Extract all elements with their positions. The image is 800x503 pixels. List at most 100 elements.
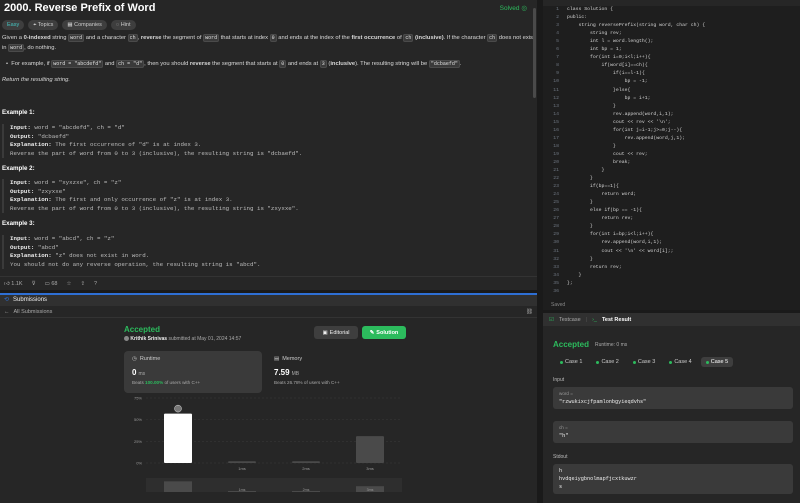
code-line[interactable]: 1 class Solution { [543, 6, 800, 14]
code-line[interactable]: 20 break; [543, 159, 800, 167]
code-line[interactable]: 32 } [543, 256, 800, 264]
example-1-explanation-2: Reverse the part of word from 0 to 3 (in… [10, 149, 303, 157]
example-3-explanation: Explanation: "z" does not exist in word. [10, 252, 150, 259]
case-tab[interactable]: Case 4 [664, 357, 696, 367]
code-line[interactable]: 4 string rev; [543, 30, 800, 38]
memory-stat[interactable]: ▤ Memory 7.59 MB Beats 26.78% of users wit… [266, 351, 404, 393]
code-text: class Solution { [567, 7, 614, 12]
code-line[interactable]: 6 int bp = 1; [543, 46, 800, 54]
code-text: } [567, 176, 593, 182]
memory-beats: 26.78% [287, 380, 303, 385]
testcase-tabbar: ☑ Testcase | ›_ Test Result [543, 313, 800, 326]
code-line[interactable]: 31 cout << '\n' << word[i];; [543, 248, 800, 256]
submissions-tab[interactable]: Submissions [13, 297, 47, 303]
line-number: 34 [553, 272, 559, 278]
tab-test-result[interactable]: Test Result [602, 317, 631, 323]
comments-button[interactable]: ▭ 68 [45, 281, 58, 287]
test-result-status: Accepted [553, 340, 590, 349]
code-line[interactable]: 16 for(int j=i-1;j>=0;j--){ [543, 127, 800, 135]
help-button[interactable]: ? [94, 281, 97, 287]
code-line[interactable]: 18 } [543, 143, 800, 151]
code-text: rev.append(word,j,1); [567, 135, 686, 141]
code-line[interactable]: 22 } [543, 175, 800, 183]
code-line[interactable]: 36 [543, 288, 800, 296]
code-line[interactable]: 35}; [543, 280, 800, 288]
example-3-block: Input: word = "abcd", ch = "z" Output: "… [2, 235, 533, 269]
topics-tag[interactable]: ⌖ Topics [28, 20, 59, 30]
tab-testcase[interactable]: Testcase [559, 317, 581, 323]
code-text: rev.append(word,i,1); [567, 111, 674, 117]
code-line[interactable]: 14 rev.append(word,i,1); [543, 111, 800, 119]
line-number: 17 [553, 135, 559, 141]
code-line[interactable]: 25 } [543, 199, 800, 207]
case-tab[interactable]: Case 3 [628, 357, 660, 367]
thumbs-down-icon: ⊽ [31, 280, 36, 287]
case-tab[interactable]: Case 5 [700, 357, 734, 367]
line-number: 16 [553, 127, 559, 133]
line-number: 36 [553, 288, 559, 294]
runtime-value: 0 [132, 368, 137, 377]
code-line[interactable]: 17 rev.append(word,j,1); [543, 135, 800, 143]
favorite-button[interactable]: ☆ [67, 281, 72, 287]
code-line[interactable]: 33 return rev; [543, 264, 800, 272]
chart-bar [356, 436, 384, 463]
link-icon[interactable]: ⛓ [526, 309, 533, 315]
overview-bar [164, 481, 192, 492]
hint-tag[interactable]: ◌ Hint [110, 20, 136, 30]
code-line[interactable]: 24 return word; [543, 191, 800, 199]
pass-dot-icon [596, 360, 600, 364]
difficulty-tag[interactable]: Easy [2, 20, 25, 30]
dislike-button[interactable]: ⊽ [32, 281, 36, 287]
code-line[interactable]: 23 if(bp==1){ [543, 183, 800, 191]
code-line[interactable]: 29 for(int i=bp;i<l;i++){ [543, 231, 800, 239]
example-1-input: Input: word = "abcdefd", ch = "d" [10, 124, 125, 131]
all-submissions-label: All Submissions [13, 308, 53, 315]
share-button[interactable]: ⇪ [80, 281, 85, 287]
code-line[interactable]: 9 if(i==l-1){ [543, 70, 800, 78]
code-line[interactable]: 8 if(word[i]==ch){ [543, 62, 800, 70]
panel-focus-line [0, 293, 537, 295]
comment-count: 68 [51, 280, 58, 287]
code-line[interactable]: 21 } [543, 167, 800, 175]
code-text: } [567, 168, 605, 173]
editorial-button[interactable]: ▣ Editorial [314, 326, 358, 339]
code-line[interactable]: 3 string reversePrefix(string word, char… [543, 22, 800, 30]
code-line[interactable]: 28 } [543, 223, 800, 231]
case-tab[interactable]: Case 2 [591, 357, 623, 367]
example-1-title: Example 1: [2, 109, 35, 116]
companies-tag[interactable]: ▦ Companies [62, 20, 107, 30]
clock-icon: ◷ [132, 356, 137, 362]
code-line[interactable]: 10 bp = -1; [543, 78, 800, 86]
code-editor[interactable]: 1 class Solution {2 public: 3 string revers… [543, 0, 800, 310]
code-line[interactable]: 12 bp = i+1; [543, 95, 800, 103]
description-scrollbar[interactable] [533, 8, 536, 98]
x-tick-label: 1ms [238, 466, 246, 471]
runtime-stat[interactable]: ◷ Runtime 0 ms Beats 100.00% of users with… [124, 351, 262, 393]
like-button[interactable]: 👍︎ 1.1K [4, 281, 23, 287]
tab-divider: | [585, 316, 588, 323]
code-line[interactable]: 2 public: [543, 14, 800, 22]
code-line[interactable]: 26 else if(bp == -1){ [543, 207, 800, 215]
like-count: 1.1K [11, 280, 23, 287]
code-line[interactable]: 7 for(int i=0;i<l;i++){ [543, 54, 800, 62]
code-line[interactable]: 30 rev.append(word,i,1); [543, 239, 800, 247]
code-line[interactable]: 34 } [543, 272, 800, 280]
all-submissions-back[interactable]: ← All Submissions ⛓ [0, 306, 537, 318]
case-tab[interactable]: Case 1 [555, 357, 587, 367]
code-line[interactable]: 5 int l = word.length(); [543, 38, 800, 46]
code-line[interactable]: 13 } [543, 103, 800, 111]
code-line[interactable]: 19 cout << rev; [543, 151, 800, 159]
author-name[interactable]: Krithik Srinivas [130, 336, 167, 342]
pass-dot-icon [705, 360, 709, 364]
code-line[interactable]: 27 return rev; [543, 215, 800, 223]
overview-tick-label: 2ms [303, 488, 310, 492]
code-line[interactable]: 11 }else{ [543, 87, 800, 95]
solution-button[interactable]: ✎ Solution [362, 326, 406, 339]
line-number: 2 [556, 15, 559, 21]
problem-footer-bar: 👍︎ 1.1K ⊽ ▭ 68 ☆ ⇪ ? [0, 276, 537, 290]
chart-bar [292, 461, 320, 463]
line-number: 22 [553, 176, 559, 182]
line-number: 20 [553, 159, 559, 165]
problem-title[interactable]: 2000. Reverse Prefix of Word [4, 2, 155, 14]
code-line[interactable]: 15 cout << rev << '\n'; [543, 119, 800, 127]
